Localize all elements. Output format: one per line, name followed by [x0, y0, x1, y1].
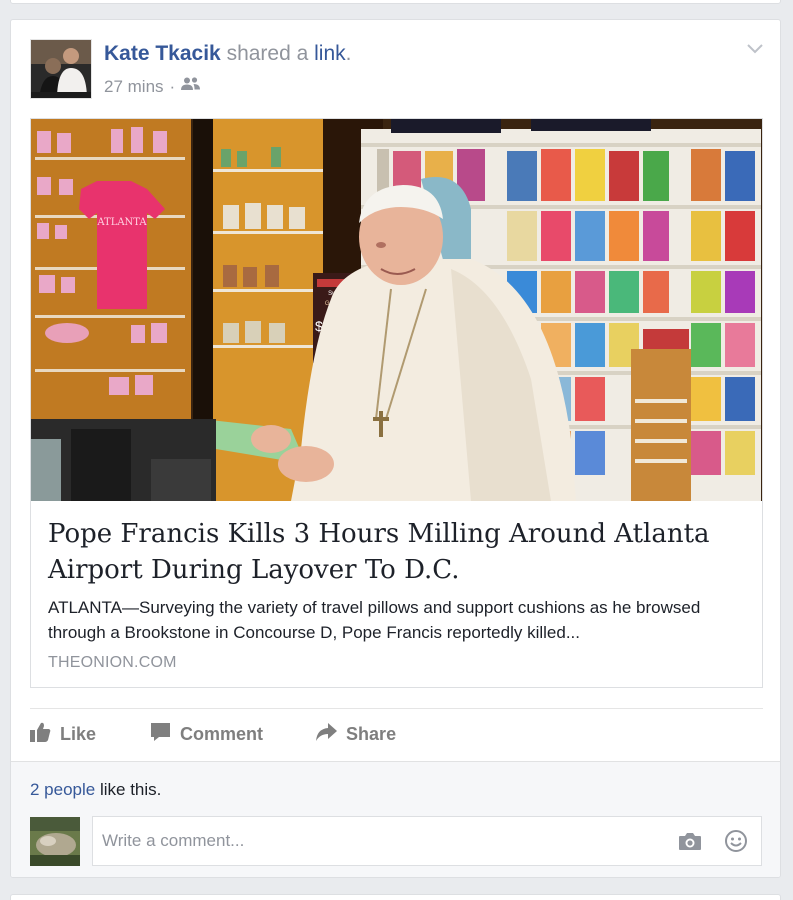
- post-footer: 2 people like this.: [11, 761, 780, 877]
- comment-icon: [150, 722, 171, 747]
- feed-post: Kate Tkacik shared a link. 27 mins · ATL…: [10, 19, 781, 878]
- chevron-down-icon[interactable]: [746, 42, 764, 56]
- link-description: ATLANTA—Surveying the variety of travel …: [48, 598, 701, 642]
- likes-suffix: like this.: [95, 780, 162, 799]
- comment-box: [92, 816, 762, 866]
- meta-separator: ·: [169, 76, 176, 96]
- comment-button[interactable]: Comment: [150, 722, 263, 747]
- post-meta: 27 mins ·: [104, 76, 201, 97]
- share-button[interactable]: Share: [315, 722, 397, 746]
- share-label: Share: [346, 723, 397, 744]
- next-post-card: [10, 894, 781, 900]
- likes-count-link[interactable]: 2 people: [30, 780, 95, 799]
- likes-summary: 2 people like this.: [30, 780, 161, 800]
- like-label: Like: [60, 723, 97, 744]
- friends-icon[interactable]: [181, 76, 201, 97]
- author-name[interactable]: Kate Tkacik: [104, 42, 221, 65]
- action-end: .: [345, 42, 352, 65]
- camera-icon[interactable]: [678, 831, 702, 856]
- share-action-text: shared a: [220, 42, 315, 65]
- previous-post-card: [10, 0, 781, 4]
- post-timestamp[interactable]: 27 mins: [104, 77, 164, 97]
- actions-divider: [30, 708, 763, 709]
- link-preview-image[interactable]: ATLANTA Sweats Grab One $1: [31, 119, 762, 501]
- like-button[interactable]: Like: [30, 722, 96, 747]
- post-actions: Like Comment Share: [30, 717, 396, 751]
- author-avatar[interactable]: [30, 39, 92, 99]
- share-arrow-icon: [315, 722, 338, 746]
- emoji-icon[interactable]: [724, 829, 748, 858]
- post-header: Kate Tkacik shared a link.: [104, 42, 352, 66]
- link-preview[interactable]: ATLANTA Sweats Grab One $1: [30, 118, 763, 688]
- comment-input[interactable]: [93, 817, 653, 865]
- link-title[interactable]: Pope Francis Kills 3 Hours Milling Aroun…: [48, 516, 748, 588]
- link-word[interactable]: link: [314, 42, 346, 65]
- thumbs-up-icon: [30, 722, 51, 747]
- comment-label: Comment: [180, 723, 264, 744]
- link-domain: THEONION.COM: [48, 654, 177, 671]
- commenter-avatar[interactable]: [30, 817, 80, 866]
- shirt-print: ATLANTA: [96, 217, 147, 228]
